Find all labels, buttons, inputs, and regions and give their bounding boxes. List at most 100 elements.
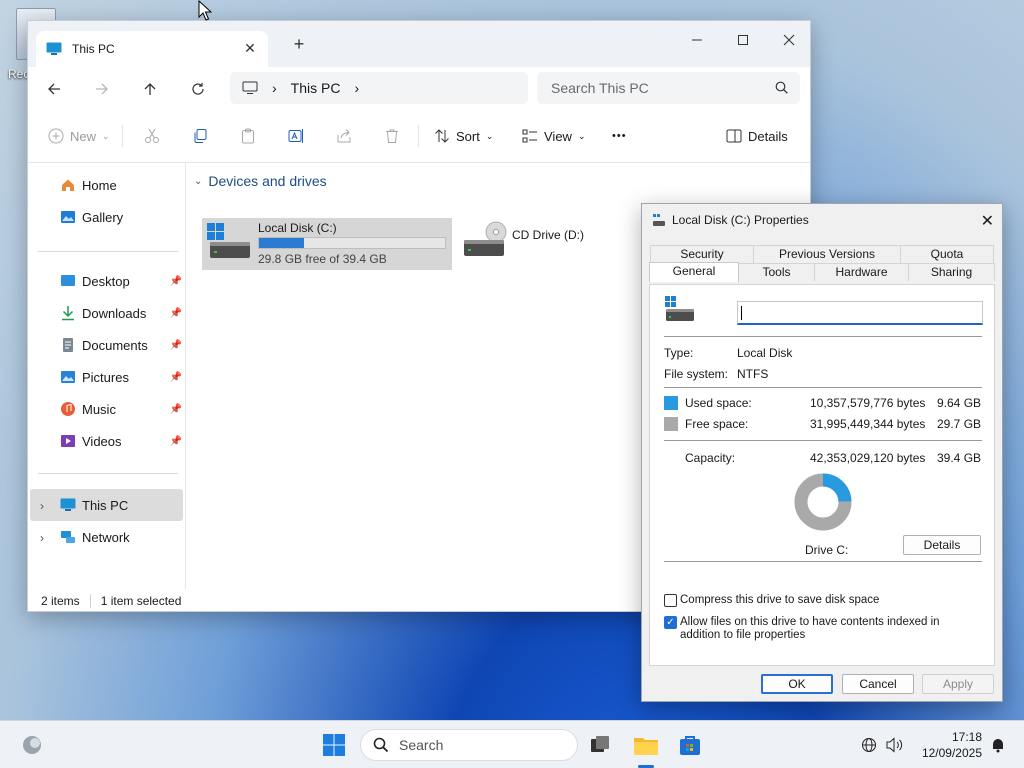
task-view-button[interactable] bbox=[584, 729, 616, 761]
clock-date: 12/09/2025 bbox=[921, 746, 982, 760]
start-button[interactable] bbox=[318, 729, 350, 761]
address-bar[interactable]: › This PC › bbox=[230, 72, 528, 104]
sidebar-divider bbox=[38, 473, 178, 474]
sidebar-item-label: Desktop bbox=[82, 273, 130, 289]
sort-button[interactable]: Sort ⌄ bbox=[434, 123, 493, 149]
dialog-title-bar: Local Disk (C:) Properties bbox=[652, 213, 809, 227]
dialog-title: Local Disk (C:) Properties bbox=[672, 213, 809, 227]
monitor-icon bbox=[46, 42, 62, 56]
apply-button[interactable]: Apply bbox=[922, 674, 994, 694]
separator bbox=[664, 440, 982, 441]
sort-icon bbox=[434, 128, 450, 144]
up-button[interactable] bbox=[134, 75, 166, 103]
pin-icon: 📌 bbox=[169, 307, 182, 319]
back-button[interactable] bbox=[38, 75, 70, 103]
compress-label: Compress this drive to save disk space bbox=[680, 594, 880, 606]
tab-tools[interactable]: Tools bbox=[738, 263, 815, 281]
sidebar-item-videos[interactable]: Videos 📌 bbox=[60, 429, 184, 453]
index-checkbox[interactable]: ✓ bbox=[664, 616, 677, 629]
dialog-close-button[interactable]: ✕ bbox=[981, 211, 994, 231]
used-space-bytes: 10,357,579,776 bytes bbox=[810, 396, 926, 410]
tab-quota[interactable]: Quota bbox=[900, 245, 994, 263]
rename-button[interactable] bbox=[288, 123, 304, 149]
copy-button[interactable] bbox=[192, 123, 208, 149]
sidebar-item-pictures[interactable]: Pictures 📌 bbox=[60, 365, 184, 389]
compress-checkbox[interactable] bbox=[664, 594, 677, 607]
drive-item-c[interactable]: Local Disk (C:) 29.8 GB free of 39.4 GB bbox=[202, 218, 452, 270]
drive-name: Local Disk (C:) bbox=[258, 221, 337, 235]
separator bbox=[664, 387, 982, 388]
capacity-label: Capacity: bbox=[685, 451, 736, 465]
cut-button[interactable] bbox=[144, 123, 160, 149]
notification-icon[interactable] bbox=[984, 729, 1012, 761]
volume-tray-icon[interactable] bbox=[880, 729, 910, 761]
cancel-button[interactable]: Cancel bbox=[842, 674, 914, 694]
close-window-button[interactable] bbox=[766, 26, 810, 54]
general-tab-panel: Type: Local Disk File system: NTFS Used … bbox=[649, 284, 995, 666]
sidebar-item-music[interactable]: Music 📌 bbox=[60, 397, 184, 421]
new-label: New bbox=[70, 128, 97, 144]
windows-drive-icon bbox=[206, 222, 252, 262]
chevron-right-icon[interactable]: › bbox=[40, 531, 44, 545]
share-button[interactable] bbox=[336, 123, 352, 149]
new-button[interactable]: New ⌄ bbox=[48, 123, 110, 149]
taskbar-clock[interactable]: 17:18 12/09/2025 bbox=[922, 729, 982, 761]
pictures-icon bbox=[60, 369, 76, 385]
tab-sharing[interactable]: Sharing bbox=[908, 263, 995, 281]
tab-this-pc[interactable]: This PC ✕ bbox=[36, 31, 268, 67]
free-space-size: 29.7 GB bbox=[937, 417, 982, 431]
used-space-label: Used space: bbox=[685, 396, 752, 410]
tab-hardware[interactable]: Hardware bbox=[814, 263, 909, 281]
sidebar-item-desktop[interactable]: Desktop 📌 bbox=[60, 269, 184, 293]
new-tab-button[interactable]: + bbox=[290, 35, 308, 53]
pin-icon: 📌 bbox=[169, 371, 182, 383]
tab-general[interactable]: General bbox=[649, 262, 739, 282]
volume-label-input[interactable] bbox=[737, 301, 983, 325]
taskbar-search[interactable]: Search bbox=[360, 729, 578, 761]
sidebar-item-this-pc[interactable]: This PC bbox=[60, 493, 184, 517]
group-header-devices[interactable]: ⌄ Devices and drives bbox=[194, 173, 327, 189]
file-explorer-taskbar-button[interactable] bbox=[630, 729, 662, 761]
chevron-right-icon[interactable]: › bbox=[40, 499, 44, 513]
more-options-button[interactable]: ••• bbox=[612, 123, 627, 149]
sidebar-item-network[interactable]: Network bbox=[60, 525, 184, 549]
sidebar-item-label: Videos bbox=[82, 433, 122, 449]
delete-button[interactable] bbox=[384, 123, 400, 149]
tab-security[interactable]: Security bbox=[650, 245, 754, 263]
maximize-button[interactable] bbox=[720, 26, 766, 54]
used-space-size: 9.64 GB bbox=[937, 396, 982, 410]
paste-button[interactable] bbox=[240, 123, 256, 149]
ok-button[interactable]: OK bbox=[761, 674, 833, 694]
details-pane-button[interactable]: Details bbox=[726, 123, 788, 149]
capacity-size: 39.4 GB bbox=[937, 451, 982, 465]
forward-button[interactable] bbox=[86, 75, 118, 103]
tab-previous-versions[interactable]: Previous Versions bbox=[753, 245, 901, 263]
free-space-bytes: 31,995,449,344 bytes bbox=[810, 417, 926, 431]
chevron-right-icon[interactable]: › bbox=[354, 80, 359, 96]
tab-close-button[interactable]: ✕ bbox=[242, 40, 258, 56]
downloads-icon bbox=[60, 305, 76, 321]
network-icon bbox=[60, 529, 76, 545]
widgets-button[interactable] bbox=[16, 729, 48, 761]
sidebar-item-gallery[interactable]: Gallery bbox=[60, 205, 184, 229]
sidebar-item-documents[interactable]: Documents 📌 bbox=[60, 333, 184, 357]
minimize-button[interactable] bbox=[674, 26, 720, 54]
store-button[interactable] bbox=[674, 729, 706, 761]
sort-label: Sort bbox=[456, 128, 480, 144]
drive-item-d[interactable]: CD Drive (D:) bbox=[460, 218, 600, 270]
refresh-button[interactable] bbox=[182, 75, 214, 103]
type-value: Local Disk bbox=[737, 346, 793, 360]
taskbar: Search 17:18 12/09/2025 bbox=[0, 720, 1024, 768]
sidebar-item-downloads[interactable]: Downloads 📌 bbox=[60, 301, 184, 325]
drive-free-space: 29.8 GB free of 39.4 GB bbox=[258, 252, 387, 266]
file-system-value: NTFS bbox=[737, 367, 769, 381]
drive-caption: Drive C: bbox=[805, 543, 849, 557]
view-list-icon bbox=[522, 128, 538, 144]
address-location[interactable]: This PC bbox=[291, 80, 341, 96]
view-button[interactable]: View ⌄ bbox=[522, 123, 586, 149]
disk-details-button[interactable]: Details bbox=[903, 535, 981, 555]
search-box[interactable]: Search This PC bbox=[537, 72, 800, 104]
sidebar-item-home[interactable]: Home bbox=[60, 173, 184, 197]
properties-dialog: Local Disk (C:) Properties ✕ Security Pr… bbox=[641, 203, 1003, 702]
documents-icon bbox=[60, 337, 76, 353]
